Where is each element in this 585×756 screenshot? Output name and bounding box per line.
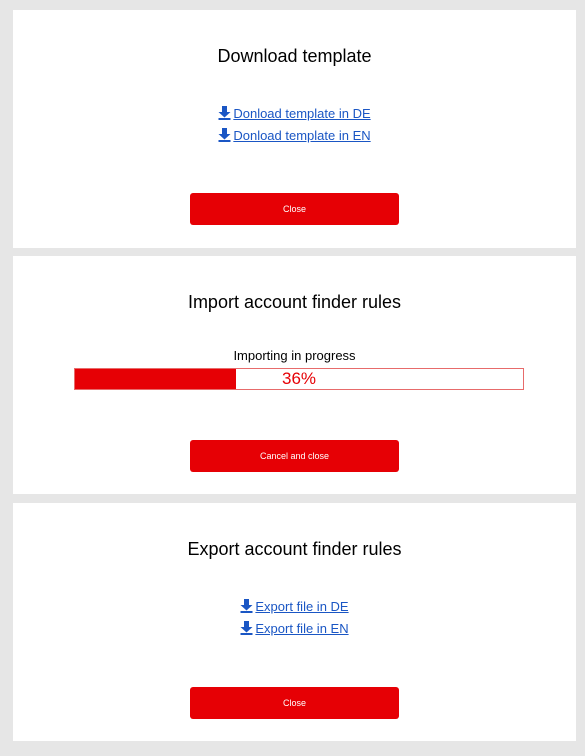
- export-rules-title: Export account finder rules: [187, 539, 402, 559]
- download-template-en-link[interactable]: Donload template in EN: [233, 128, 370, 143]
- export-file-en-link[interactable]: Export file in EN: [255, 621, 348, 636]
- close-button[interactable]: Close: [190, 193, 399, 225]
- download-links: Donload template in DE Donload template …: [13, 103, 576, 147]
- download-template-de-link[interactable]: Donload template in DE: [233, 106, 370, 121]
- import-rules-panel: Import account finder rules Importing in…: [13, 256, 576, 494]
- import-status-text: Importing in progress: [233, 348, 356, 363]
- close-button[interactable]: Close: [190, 687, 399, 719]
- import-progress-label: 36%: [281, 369, 317, 388]
- import-rules-title: Import account finder rules: [187, 292, 402, 312]
- export-links: Export file in DE Export file in EN: [13, 596, 576, 640]
- download-link-row-en: Donload template in EN: [13, 125, 576, 147]
- export-link-row-de: Export file in DE: [13, 596, 576, 618]
- export-link-row-en: Export file in EN: [13, 618, 576, 640]
- download-icon: [240, 599, 253, 613]
- download-icon: [240, 621, 253, 635]
- download-icon: [218, 106, 231, 120]
- cancel-and-close-button[interactable]: Cancel and close: [190, 440, 399, 472]
- export-file-de-link[interactable]: Export file in DE: [255, 599, 348, 614]
- download-icon: [218, 128, 231, 142]
- export-rules-panel: Export account finder rules Export file …: [13, 503, 576, 741]
- import-progress-bar: 36%: [74, 368, 524, 390]
- download-template-title: Download template: [217, 46, 372, 66]
- download-link-row-de: Donload template in DE: [13, 103, 576, 125]
- download-template-panel: Download template Donload template in DE…: [13, 10, 576, 248]
